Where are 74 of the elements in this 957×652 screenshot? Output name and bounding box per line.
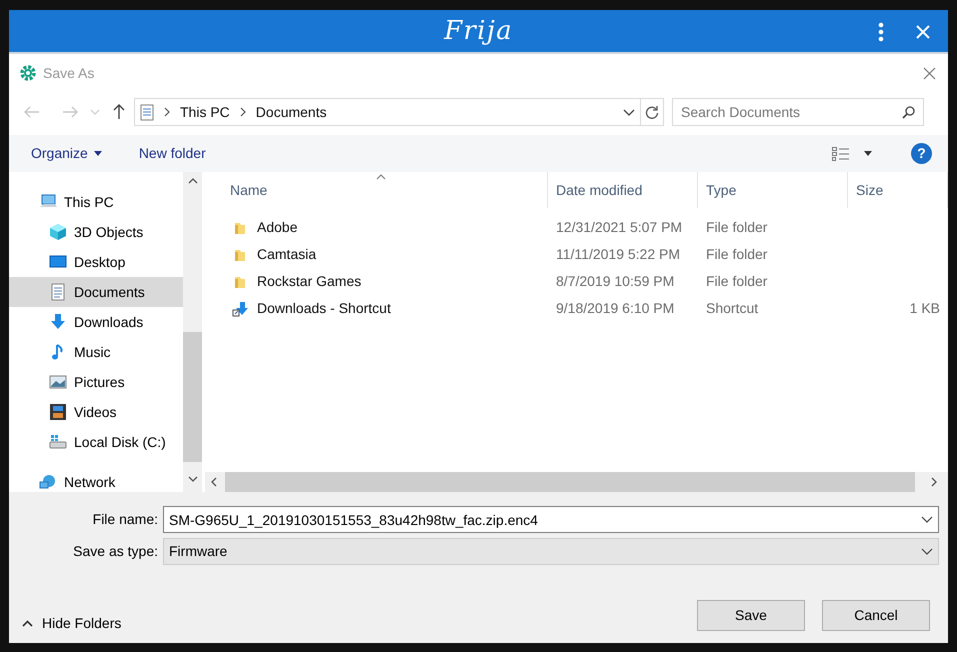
file-name[interactable]: Rockstar Games: [257, 271, 362, 292]
caret-icon: [94, 151, 102, 156]
breadcrumb[interactable]: Documents: [256, 102, 327, 122]
picture-icon: [49, 373, 67, 391]
file-name-label: File name:: [92, 510, 159, 529]
address-bar[interactable]: This PC Documents: [134, 98, 664, 126]
organize-menu[interactable]: Organize: [31, 143, 102, 164]
file-name[interactable]: Camtasia: [257, 244, 316, 265]
save-as-type-dropdown[interactable]: Firmware: [163, 538, 939, 565]
file-name[interactable]: Adobe: [257, 217, 298, 238]
table-cell: File folder: [706, 273, 768, 289]
table-cell: 9/18/2019 6:10 PM: [556, 300, 674, 316]
shortcut-icon: [232, 300, 248, 316]
more-icon[interactable]: [878, 22, 884, 42]
save-as-type-label: Save as type:: [72, 542, 159, 561]
chevron-left-icon[interactable]: [211, 477, 217, 487]
file-name-field[interactable]: SM-G965U_1_20191030151553_83u42h98tw_fac.zip.enc4: [163, 506, 939, 533]
dialog-button[interactable]: Cancel: [822, 600, 930, 631]
refresh-icon[interactable]: [645, 105, 659, 119]
table-cell: File folder: [706, 219, 768, 235]
nav-item[interactable]: Desktop: [9, 247, 184, 277]
film-icon: [49, 403, 67, 421]
chevron-right-icon[interactable]: [931, 477, 937, 487]
chevron-down-icon[interactable]: [921, 516, 933, 523]
table-cell: 12/31/2021 5:07 PM: [556, 219, 682, 235]
column-header[interactable]: Type: [698, 172, 848, 208]
nav-item[interactable]: Pictures: [9, 367, 184, 397]
globe-icon: [39, 473, 57, 491]
table-cell: 1 KB: [910, 300, 940, 316]
search-field[interactable]: Search Documents: [672, 98, 924, 126]
table-cell: Shortcut: [706, 300, 758, 316]
file-name[interactable]: Downloads - Shortcut: [257, 298, 391, 319]
drive-icon: [49, 433, 67, 451]
view-options-icon[interactable]: [832, 146, 850, 160]
table-cell: 11/11/2019 5:22 PM: [556, 246, 680, 262]
nav-item[interactable]: This PC: [9, 187, 184, 217]
document-icon: [49, 283, 67, 301]
dropdown-value: Firmware: [169, 542, 228, 561]
scrollbar-thumb[interactable]: [183, 332, 202, 462]
gear-icon: [19, 64, 37, 82]
dialog-title: Save As: [43, 64, 94, 82]
help-button[interactable]: ?: [911, 143, 932, 164]
chevron-right-icon[interactable]: [240, 107, 246, 117]
column-header[interactable]: Name: [205, 172, 548, 208]
table-cell: 8/7/2019 10:59 PM: [556, 273, 674, 289]
chevron-up-icon[interactable]: [188, 178, 198, 184]
chevron-down-icon[interactable]: [623, 108, 635, 116]
nav-item[interactable]: Network: [9, 467, 184, 497]
app-title: Frija: [444, 14, 513, 48]
scrollbar[interactable]: [183, 172, 202, 492]
nav-item[interactable]: Local Disk (C:): [9, 427, 184, 457]
new-folder-button[interactable]: New folder: [138, 143, 206, 164]
caret-icon[interactable]: [864, 151, 872, 156]
cube-icon: [49, 223, 67, 241]
hide-folders-button[interactable]: Hide Folders: [22, 613, 122, 634]
nav-item[interactable]: 3D Objects: [9, 217, 184, 247]
nav-item[interactable]: Videos: [9, 397, 184, 427]
chevron-down-icon[interactable]: [188, 476, 198, 482]
down-arrow-icon: [49, 313, 67, 331]
dialog-button[interactable]: Save: [697, 600, 805, 631]
nav-item[interactable]: Music: [9, 337, 184, 367]
close-icon[interactable]: [923, 67, 936, 80]
up-arrow-icon[interactable]: [113, 104, 125, 120]
chevron-right-icon[interactable]: [164, 107, 170, 117]
chevron-down-icon[interactable]: [921, 548, 933, 555]
column-header[interactable]: Date modified: [548, 172, 698, 208]
search-icon: [902, 106, 915, 119]
breadcrumb[interactable]: This PC: [180, 102, 230, 122]
document-icon: [140, 104, 154, 120]
column-header[interactable]: Size: [848, 172, 948, 208]
nav-item[interactable]: Documents: [9, 277, 184, 307]
table-cell: File folder: [706, 246, 768, 262]
nav-item[interactable]: Downloads: [9, 307, 184, 337]
chevron-up-icon: [22, 620, 33, 627]
